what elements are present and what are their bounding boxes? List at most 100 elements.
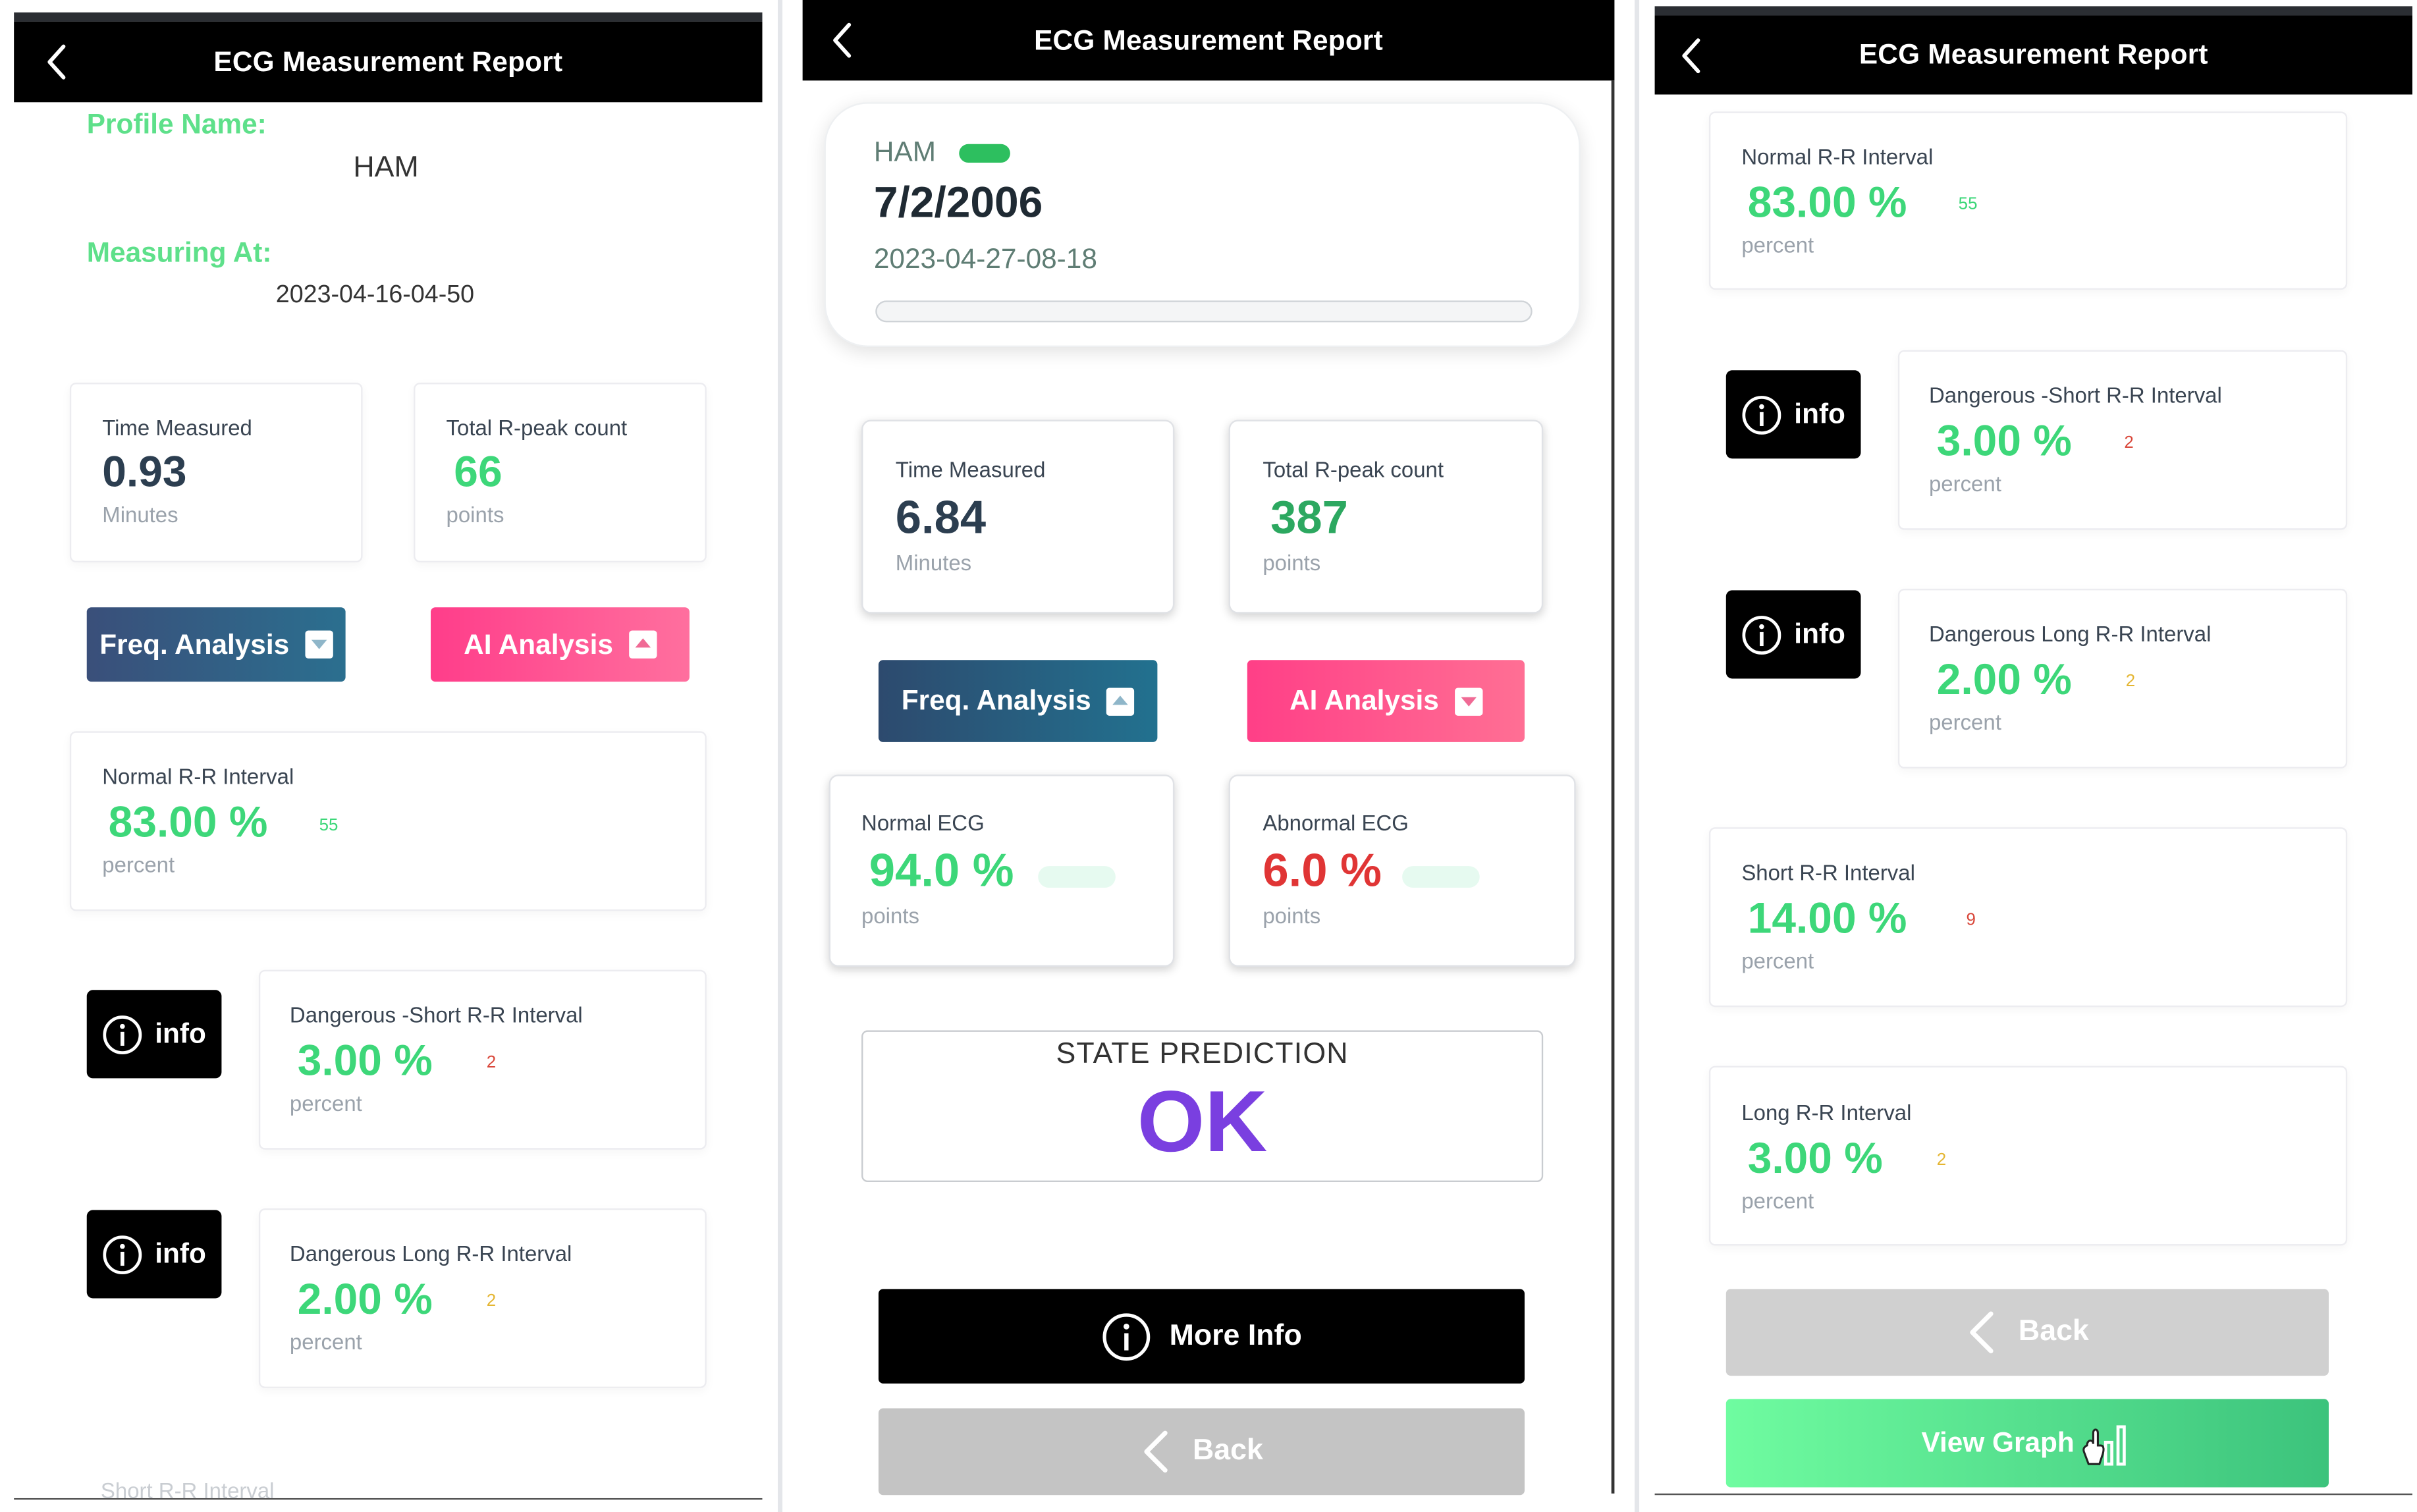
normal-ecg-label: Normal ECG: [861, 810, 985, 836]
measuring-at-label: Measuring At:: [86, 236, 272, 268]
back-button-label: Back: [1192, 1434, 1263, 1467]
profile-summary-card: HAM 7/2/2006 2023-04-27-08-18: [824, 102, 1581, 347]
danger-long-card: Dangerous Long R-R Interval 2.00 % 2 per…: [1897, 588, 2348, 769]
dropdown-toggle-icon: [304, 630, 333, 659]
rpeak-unit: points: [446, 502, 504, 527]
normal-rr-count: 55: [319, 816, 339, 836]
rpeak-card: Total R-peak count 66 points: [414, 383, 707, 562]
back-chevron-icon: [1969, 1311, 1994, 1353]
abnormal-ecg-unit: points: [1263, 903, 1321, 929]
rpeak-label: Total R-peak count: [446, 415, 628, 441]
info-circle-icon: [1742, 614, 1781, 654]
danger-short-unit: percent: [1928, 471, 2001, 496]
ai-analysis-button[interactable]: AI Analysis: [431, 607, 690, 682]
progress-track: [875, 300, 1533, 323]
info-circle-icon: [103, 1014, 142, 1054]
time-measured-card: Time Measured 0.93 Minutes: [69, 383, 363, 562]
normal-rr-count: 55: [1958, 195, 1978, 214]
bottom-rule: [1654, 1493, 2412, 1496]
back-chevron-icon: [1143, 1430, 1168, 1473]
status-strip: [14, 12, 763, 22]
freq-analysis-label: Freq. Analysis: [99, 628, 290, 660]
time-measured-label: Time Measured: [102, 415, 252, 441]
short-rr-unit: percent: [1741, 948, 1814, 973]
profile-name-label: Profile Name:: [86, 108, 267, 140]
long-rr-unit: percent: [1741, 1188, 1814, 1214]
abnormal-ecg-label: Abnormal ECG: [1263, 810, 1409, 836]
measurement-timestamp: 2023-04-27-08-18: [873, 243, 1097, 275]
short-rr-label: Short R-R Interval: [1741, 859, 1915, 885]
bottom-rule: [14, 1498, 763, 1500]
freq-analysis-label: Freq. Analysis: [901, 684, 1091, 716]
header-bar: ECG Measurement Report: [14, 21, 763, 103]
info-button-label: info: [155, 1237, 206, 1269]
danger-short-card: Dangerous -Short R-R Interval 3.00 % 2 p…: [1897, 350, 2348, 530]
danger-long-value: 2.00 %: [1936, 655, 2072, 704]
freq-analysis-button[interactable]: Freq. Analysis: [86, 607, 346, 682]
scroll-edge: [1611, 80, 1615, 1494]
normal-rr-value: 83.00 %: [108, 797, 268, 846]
danger-long-unit: percent: [1928, 709, 2001, 735]
ai-analysis-label: AI Analysis: [464, 628, 613, 660]
profile-name: HAM: [873, 136, 936, 168]
danger-short-value: 3.00 %: [1936, 416, 2072, 465]
info-button-label: info: [1794, 398, 1845, 429]
normal-ecg-bar: [1038, 866, 1116, 888]
abnormal-ecg-value: 6.0 %: [1263, 846, 1382, 898]
time-measured-unit: Minutes: [102, 502, 178, 527]
danger-short-count: 2: [486, 1053, 497, 1072]
freq-analysis-button[interactable]: Freq. Analysis: [878, 660, 1158, 742]
stage: ECG Measurement Report Profile Name: HAM…: [0, 0, 2417, 1512]
danger-short-label: Dangerous -Short R-R Interval: [1928, 383, 2222, 408]
danger-long-label: Dangerous Long R-R Interval: [289, 1241, 572, 1266]
more-info-label: More Info: [1169, 1319, 1302, 1352]
status-pill: [959, 144, 1010, 163]
info-button[interactable]: info: [86, 990, 222, 1079]
normal-rr-card: Normal R-R Interval 83.00 % 55 percent: [69, 731, 707, 911]
abnormal-ecg-bar: [1402, 866, 1480, 888]
time-measured-label: Time Measured: [895, 457, 1046, 482]
page-title: ECG Measurement Report: [213, 45, 563, 77]
info-button-label: info: [1794, 618, 1845, 649]
normal-rr-label: Normal R-R Interval: [102, 763, 294, 789]
more-info-button[interactable]: More Info: [878, 1289, 1525, 1384]
info-button[interactable]: info: [1725, 590, 1861, 679]
short-rr-count: 9: [1966, 911, 1976, 930]
normal-rr-value: 83.00 %: [1747, 178, 1907, 227]
long-rr-count: 2: [1936, 1150, 1947, 1170]
danger-long-card: Dangerous Long R-R Interval 2.00 % 2 per…: [258, 1208, 707, 1388]
rpeak-label: Total R-peak count: [1263, 457, 1444, 482]
back-button[interactable]: Back: [1725, 1289, 2329, 1376]
danger-long-count: 2: [2125, 672, 2136, 691]
back-button[interactable]: Back: [878, 1408, 1525, 1496]
long-rr-card: Long R-R Interval 3.00 % 2 percent: [1708, 1066, 2348, 1246]
info-button[interactable]: info: [86, 1210, 222, 1299]
birth-date: 7/2/2006: [873, 178, 1043, 227]
normal-ecg-unit: points: [861, 903, 919, 929]
normal-rr-unit: percent: [1741, 232, 1814, 257]
measuring-at-value: 2023-04-16-04-50: [275, 282, 475, 309]
normal-rr-card: Normal R-R Interval 83.00 % 55 percent: [1708, 111, 2348, 290]
info-button[interactable]: info: [1725, 370, 1861, 459]
bar-chart-icon: [2082, 1424, 2126, 1465]
panel-divider: [778, 0, 783, 1512]
state-prediction-label: STATE PREDICTION: [1056, 1038, 1349, 1071]
state-prediction-value: OK: [1137, 1071, 1268, 1170]
rpeak-value: 387: [1270, 493, 1348, 544]
ai-analysis-button[interactable]: AI Analysis: [1247, 660, 1525, 742]
profile-name-value: HAM: [353, 151, 419, 184]
danger-short-card: Dangerous -Short R-R Interval 3.00 % 2 p…: [258, 969, 707, 1150]
danger-short-value: 3.00 %: [297, 1036, 433, 1085]
danger-short-count: 2: [2124, 433, 2134, 452]
danger-long-count: 2: [486, 1292, 497, 1311]
view-graph-button[interactable]: View Graph: [1725, 1399, 2329, 1488]
normal-ecg-card: Normal ECG 94.0 % points: [828, 774, 1175, 967]
rpeak-card: Total R-peak count 387 points: [1228, 419, 1544, 614]
header-bar: ECG Measurement Report: [802, 0, 1615, 81]
info-circle-icon: [1102, 1312, 1150, 1361]
short-rr-value: 14.00 %: [1747, 894, 1907, 942]
danger-short-unit: percent: [289, 1091, 362, 1116]
rpeak-unit: points: [1263, 550, 1321, 575]
normal-rr-unit: percent: [102, 851, 175, 877]
short-rr-card: Short R-R Interval 14.00 % 9 percent: [1708, 827, 2348, 1008]
